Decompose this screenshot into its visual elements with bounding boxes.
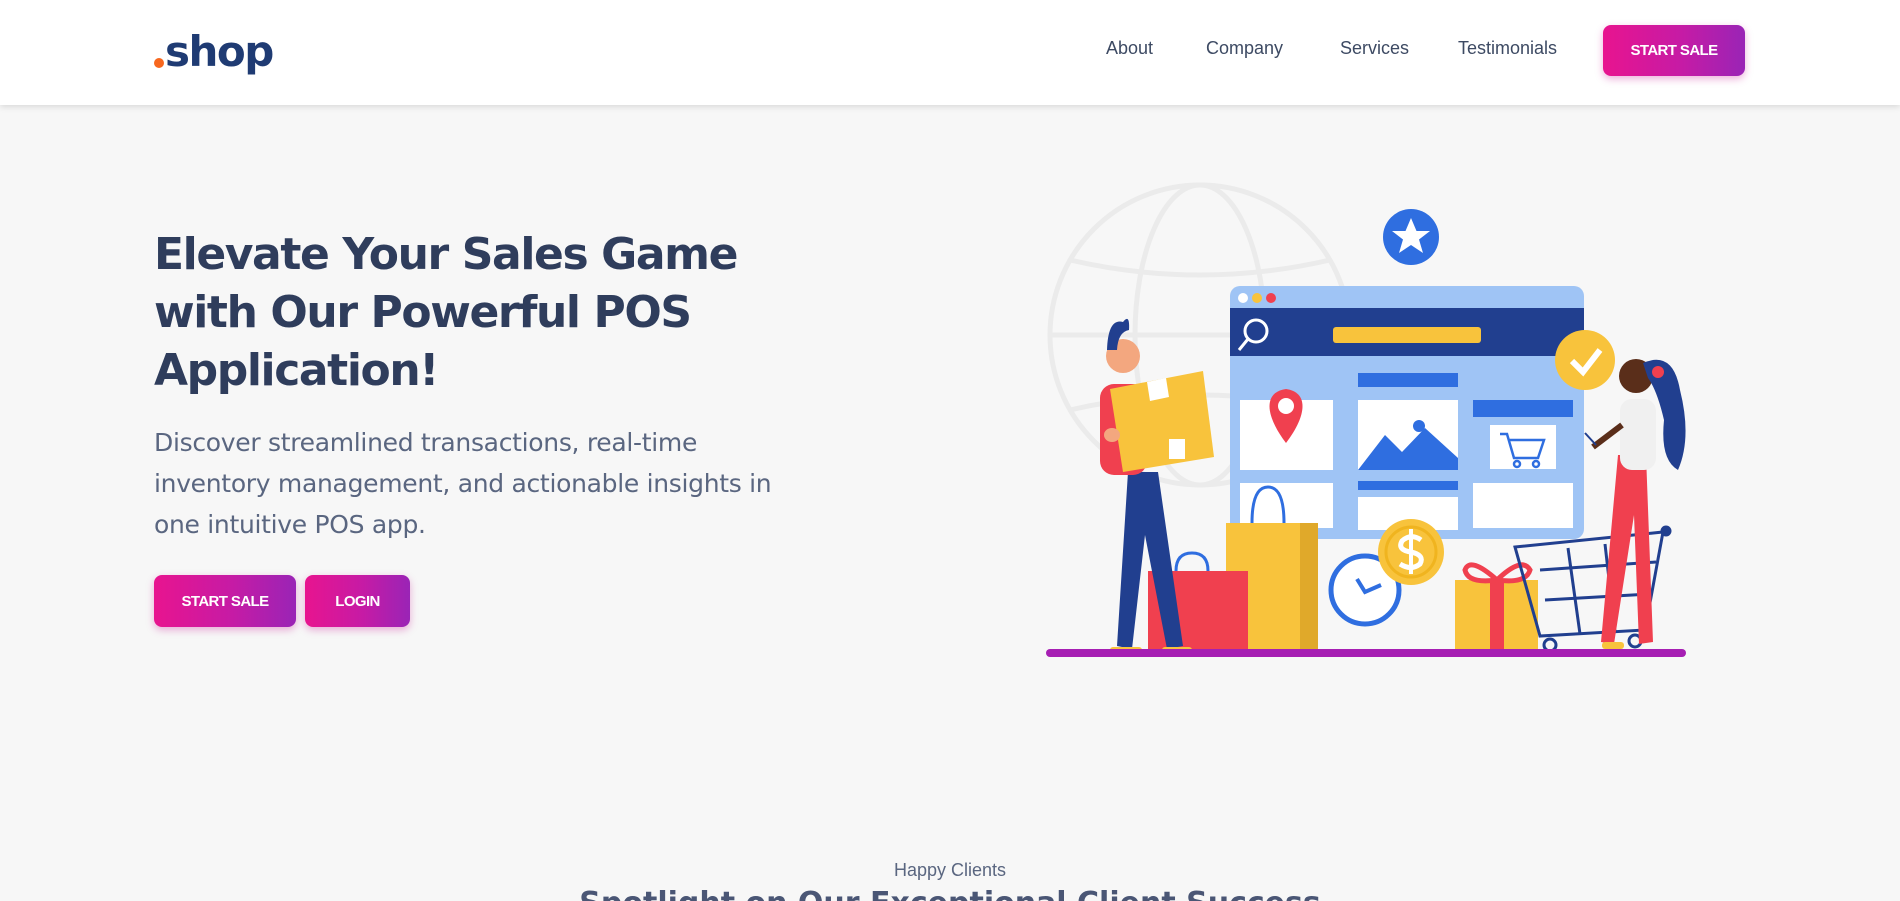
nav-link-about[interactable]: About: [1106, 38, 1153, 59]
hero-illustration: [1046, 182, 1686, 657]
coin-icon: [1378, 519, 1444, 585]
brand-logo[interactable]: shop: [154, 22, 274, 82]
logo-dot: [154, 58, 164, 68]
woman-shopping-graphic: [1584, 359, 1686, 649]
nav-link-services[interactable]: Services: [1340, 38, 1409, 59]
nav-link-company[interactable]: Company: [1206, 38, 1283, 59]
hero-login-button[interactable]: LOGIN: [305, 575, 410, 627]
star-badge-icon: [1383, 209, 1439, 265]
nav-link-testimonials[interactable]: Testimonials: [1458, 38, 1557, 59]
section-eyebrow: Happy Clients: [893, 860, 1007, 880]
logo-text: shop: [165, 27, 274, 76]
hero-title: Elevate Your Sales Game with Our Powerfu…: [154, 229, 738, 396]
top-navbar: shop About Company Services Testimonials…: [0, 0, 1900, 105]
hero-subtitle: Discover streamlined transactions, real-…: [154, 428, 772, 539]
check-badge-icon: [1555, 330, 1615, 390]
floor-line: [1046, 649, 1686, 657]
nav-start-sale-button[interactable]: START SALE: [1603, 25, 1745, 76]
hero-start-sale-button[interactable]: START SALE: [154, 575, 296, 627]
section-title: Spotlight on Our Exceptional Client Succ…: [0, 886, 1900, 901]
gift-box-icon: [1455, 562, 1538, 650]
